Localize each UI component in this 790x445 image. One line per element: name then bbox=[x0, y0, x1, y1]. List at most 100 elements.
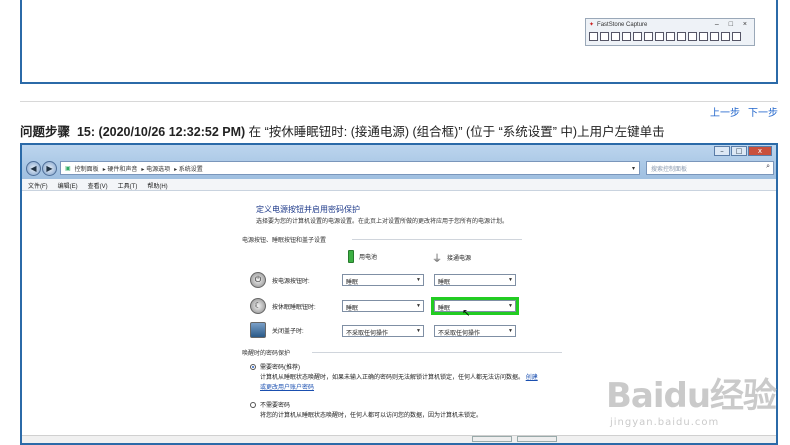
breadcrumb: 控制面板 ▸ 硬件和声音 ▸ 电源选项 ▸ 系统设置 bbox=[74, 166, 203, 173]
menu-view[interactable]: 查看(V) bbox=[88, 181, 108, 190]
capture-tool-icon[interactable] bbox=[732, 32, 741, 41]
minimize-button[interactable]: – bbox=[714, 146, 730, 156]
search-placeholder: 搜索控制面板 bbox=[651, 167, 688, 173]
column-header-plugged: ⏚ 接通电源 bbox=[432, 250, 471, 265]
watermark-brand: Baidu经验 bbox=[606, 368, 777, 417]
sleep-button-battery-select[interactable]: 睡眠 ▼ bbox=[342, 300, 424, 312]
capture-tool-icon[interactable] bbox=[622, 32, 631, 41]
capture-tool-icon[interactable] bbox=[710, 32, 719, 41]
address-bar[interactable]: ▣ 控制面板 ▸ 硬件和声音 ▸ 电源选项 ▸ 系统设置 ▾ bbox=[60, 161, 640, 175]
previous-step-screenshot: ✦ FastStone Capture – □ × bbox=[20, 0, 778, 84]
capture-tool-icon[interactable] bbox=[611, 32, 620, 41]
capture-tool-icon[interactable] bbox=[688, 32, 697, 41]
control-panel-icon: ▣ bbox=[65, 165, 71, 172]
menu-edit[interactable]: 编辑(E) bbox=[58, 181, 78, 190]
no-password-desc: 将您的计算机从睡眠状态唤醒时，任何人都可以访问您的数据，因为计算机未锁定。 bbox=[260, 413, 483, 419]
prev-step-link[interactable]: 上一步 bbox=[710, 104, 740, 119]
battery-icon bbox=[348, 250, 354, 263]
window-controls: – □ x bbox=[714, 146, 772, 156]
menu-tools[interactable]: 工具(T) bbox=[118, 181, 138, 190]
lid-close-plugged-select[interactable]: 不采取任何操作 ▼ bbox=[434, 325, 516, 337]
watermark-brand-text: Baidu经验 bbox=[606, 376, 777, 416]
menu-file[interactable]: 文件(F) bbox=[28, 181, 48, 190]
require-password-radio[interactable] bbox=[250, 364, 256, 370]
save-button[interactable] bbox=[472, 436, 512, 442]
address-dropdown-icon[interactable]: ▾ bbox=[632, 165, 635, 172]
no-password-radio[interactable] bbox=[250, 402, 256, 408]
breadcrumb-item[interactable]: 电源选项 bbox=[146, 167, 170, 173]
step-label: 问题步骤 bbox=[20, 125, 71, 139]
faststone-window-controls[interactable]: – □ × bbox=[715, 21, 751, 28]
capture-tool-icon[interactable] bbox=[677, 32, 686, 41]
plugged-label: 接通电源 bbox=[447, 256, 472, 262]
section-divider bbox=[352, 239, 522, 240]
divider bbox=[20, 101, 778, 102]
menu-bar: 文件(F) 编辑(E) 查看(V) 工具(T) 帮助(H) bbox=[22, 179, 776, 191]
lid-close-label: 关闭盖子时: bbox=[272, 329, 304, 335]
step-navigation: 上一步 下一步 bbox=[710, 104, 778, 119]
cancel-button[interactable] bbox=[517, 436, 557, 442]
menu-help[interactable]: 帮助(H) bbox=[147, 181, 167, 190]
capture-tool-icon[interactable] bbox=[600, 32, 609, 41]
sleep-button-label: 按休眠睡眠钮时: bbox=[272, 305, 316, 311]
power-button-label: 按电源按钮时: bbox=[272, 279, 310, 285]
sleep-button-plugged-select[interactable]: 睡眠 ▼ bbox=[431, 297, 519, 315]
power-button-battery-select[interactable]: 睡眠 ▼ bbox=[342, 274, 424, 286]
power-button-plugged-select[interactable]: 睡眠 ▼ bbox=[434, 274, 516, 286]
faststone-title: FastStone Capture bbox=[597, 21, 648, 28]
page-description: 选择要为您的计算机设置的电源设置。在此页上对设置所做的更改将应用于您所有的电源计… bbox=[256, 219, 509, 225]
capture-tool-icon[interactable] bbox=[666, 32, 675, 41]
capture-tool-icon[interactable] bbox=[655, 32, 664, 41]
column-header-battery: 用电池 bbox=[348, 250, 377, 263]
capture-tool-icon[interactable] bbox=[589, 32, 598, 41]
search-icon[interactable]: ⌕ bbox=[766, 163, 770, 171]
sleep-icon: ☾ bbox=[250, 298, 266, 314]
dialog-footer bbox=[22, 435, 776, 443]
faststone-tool-icons bbox=[586, 30, 754, 43]
close-button[interactable]: x bbox=[748, 146, 772, 156]
chevron-down-icon: ▼ bbox=[508, 303, 513, 309]
baidu-watermark: Baidu经验 jingyan.baidu.com bbox=[606, 368, 777, 428]
step-timestamp: (2020/10/26 12:32:52 PM) bbox=[98, 125, 246, 139]
require-password-desc-text: 计算机从睡眠状态唤醒时，如果未输入正确的密码则无法解锁计算机锁定，任何人都无法访… bbox=[260, 375, 525, 381]
select-value: 睡眠 bbox=[438, 280, 451, 286]
capture-tool-icon[interactable] bbox=[721, 32, 730, 41]
page: ✦ FastStone Capture – □ × 上一步 下一步 问题步骤 1… bbox=[0, 0, 790, 445]
faststone-title-bar: ✦ FastStone Capture – □ × bbox=[586, 19, 754, 30]
section-heading-buttons: 电源按钮、睡眠按钮和盖子设置 bbox=[242, 238, 327, 244]
plug-icon: ⏚ bbox=[432, 254, 442, 265]
breadcrumb-item[interactable]: 控制面板 bbox=[75, 167, 99, 173]
step-description: 问题步骤 15: (2020/10/26 12:32:52 PM) 在 “按休睡… bbox=[20, 121, 665, 140]
breadcrumb-item[interactable]: 硬件和声音 bbox=[107, 167, 137, 173]
page-title: 定义电源按钮并启用密码保护 bbox=[256, 205, 360, 214]
lid-close-battery-select[interactable]: 不采取任何操作 ▼ bbox=[342, 325, 424, 337]
power-icon: ⏻ bbox=[250, 272, 266, 288]
capture-tool-icon[interactable] bbox=[633, 32, 642, 41]
forward-button[interactable]: ▶ bbox=[42, 161, 57, 176]
chevron-down-icon: ▼ bbox=[416, 328, 421, 334]
back-button[interactable]: ◀ bbox=[26, 161, 41, 176]
section-heading-password: 唤醒时的密码保护 bbox=[242, 351, 291, 357]
chevron-down-icon: ▼ bbox=[416, 303, 421, 309]
battery-label: 用电池 bbox=[359, 255, 378, 261]
breadcrumb-item[interactable]: 系统设置 bbox=[179, 167, 203, 173]
chevron-down-icon: ▼ bbox=[416, 277, 421, 283]
search-input[interactable]: 搜索控制面板 ⌕ bbox=[646, 161, 774, 175]
select-value: 睡眠 bbox=[346, 280, 359, 286]
no-password-title: 不需要密码 bbox=[260, 403, 291, 409]
step-text: 在 “按休睡眠钮时: (接通电源) (组合框)” (位于 “系统设置” 中)上用… bbox=[248, 125, 665, 139]
watermark-url: jingyan.baidu.com bbox=[610, 417, 720, 428]
change-password-link[interactable]: 或更改用户账户密码 bbox=[260, 382, 314, 391]
faststone-capture-toolbar[interactable]: ✦ FastStone Capture – □ × bbox=[585, 18, 755, 46]
laptop-icon bbox=[250, 322, 266, 338]
create-link[interactable]: 创建 bbox=[526, 375, 538, 381]
select-value: 不采取任何操作 bbox=[438, 331, 481, 337]
section-divider bbox=[312, 352, 562, 353]
capture-tool-icon[interactable] bbox=[644, 32, 653, 41]
require-password-desc: 计算机从睡眠状态唤醒时，如果未输入正确的密码则无法解锁计算机锁定，任何人都无法访… bbox=[260, 372, 538, 381]
capture-tool-icon[interactable] bbox=[699, 32, 708, 41]
chevron-down-icon: ▼ bbox=[508, 277, 513, 283]
chevron-down-icon: ▼ bbox=[508, 328, 513, 334]
maximize-button[interactable]: □ bbox=[731, 146, 747, 156]
next-step-link[interactable]: 下一步 bbox=[748, 104, 778, 119]
